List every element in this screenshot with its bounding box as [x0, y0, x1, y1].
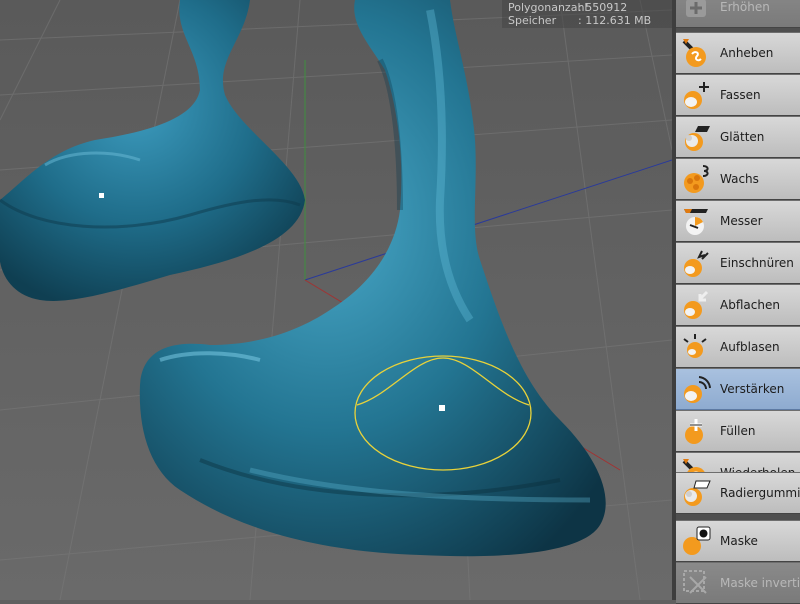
tool-pull[interactable]: Anheben	[676, 32, 800, 74]
inflate-icon	[683, 334, 707, 358]
tool-eraser-label: Radiergummi	[720, 486, 800, 500]
tool-eraser[interactable]: Radiergummi	[676, 472, 800, 514]
tool-knife[interactable]: Messer	[676, 200, 800, 242]
tool-grab-label: Fassen	[720, 88, 761, 102]
knife-icon	[684, 209, 708, 235]
tool-flatten[interactable]: Abflachen	[676, 284, 800, 326]
tool-raise-label: Erhöhen	[720, 0, 770, 14]
memory-label: Speicher	[508, 14, 557, 27]
polygon-count-value: : 550912	[578, 1, 628, 14]
amplify-icon	[684, 376, 711, 403]
tool-mask[interactable]: Maske	[676, 520, 800, 562]
tool-amplify[interactable]: Verstärken	[676, 368, 800, 410]
tool-grab[interactable]: Fassen	[676, 74, 800, 116]
object-center-marker	[99, 193, 104, 198]
grab-icon	[684, 82, 709, 109]
tool-fill-label: Füllen	[720, 424, 756, 438]
smooth-icon	[685, 126, 710, 151]
tool-smooth-label: Glätten	[720, 130, 765, 144]
flatten-icon	[684, 290, 709, 319]
polygon-count-label: Polygonanzahl	[508, 1, 588, 14]
memory-value: : 112.631 MB	[578, 14, 652, 27]
3d-viewport[interactable]: Polygonanzahl: 550912 Speicher : 112.631 …	[0, 0, 672, 600]
tool-raise[interactable]: Erhöhen	[676, 0, 800, 28]
tool-flatten-label: Abflachen	[720, 298, 780, 312]
viewport-canvas[interactable]	[0, 0, 672, 600]
tool-pinch[interactable]: Einschnüren	[676, 242, 800, 284]
wax-icon	[684, 165, 709, 193]
invert-mask-icon	[683, 570, 707, 594]
tool-inflate-label: Aufblasen	[720, 340, 780, 354]
scene-statistics: Polygonanzahl: 550912 Speicher : 112.631 …	[502, 0, 672, 28]
tool-smooth[interactable]: Glätten	[676, 116, 800, 158]
tool-inflate[interactable]: Aufblasen	[676, 326, 800, 368]
tool-invert-mask-label: Maske invertieren	[720, 576, 800, 590]
tool-pinch-label: Einschnüren	[720, 256, 794, 270]
pull-icon	[682, 39, 706, 67]
tool-amplify-label: Verstärken	[720, 382, 785, 396]
tool-fill[interactable]: Füllen	[676, 410, 800, 452]
tool-wax[interactable]: Wachs	[676, 158, 800, 200]
mask-icon	[683, 526, 711, 555]
fill-icon	[685, 419, 703, 444]
tool-invert-mask[interactable]: Maske invertieren	[676, 562, 800, 604]
tool-pull-label: Anheben	[720, 46, 774, 60]
eraser-icon	[684, 480, 711, 506]
tool-wax-label: Wachs	[720, 172, 759, 186]
tool-mask-label: Maske	[720, 534, 758, 548]
pinch-icon	[684, 250, 709, 277]
raise-icon	[686, 0, 706, 17]
tool-knife-label: Messer	[720, 214, 763, 228]
